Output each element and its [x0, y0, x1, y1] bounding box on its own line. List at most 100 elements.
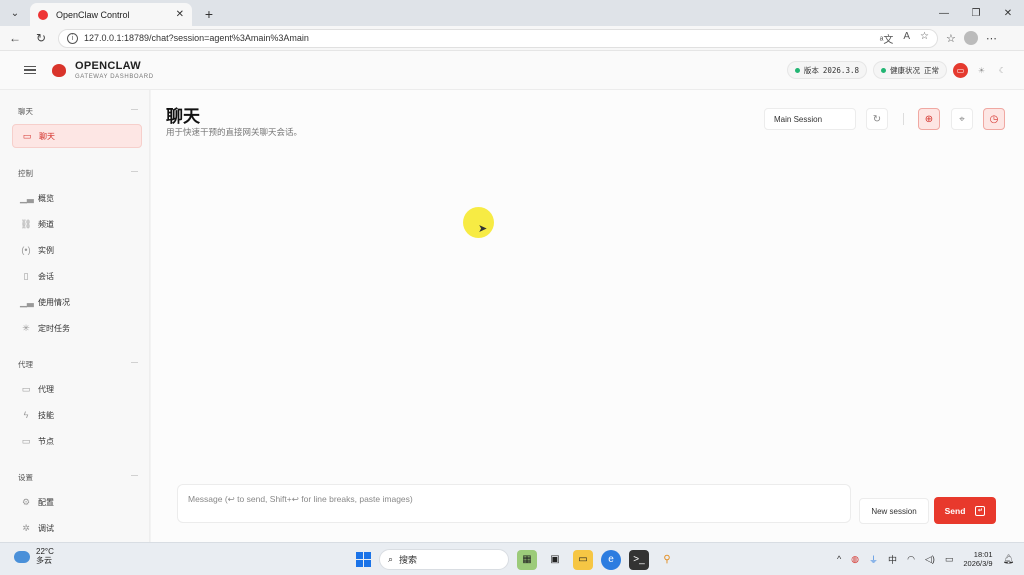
refresh-icon[interactable]: ↻ [866, 108, 888, 130]
edge-browser-icon[interactable]: e [601, 549, 621, 570]
send-button[interactable]: Send ↵ [934, 497, 996, 524]
sidebar-item-debug[interactable]: ✲ 调试 [12, 516, 142, 540]
message-input[interactable]: Message (↩ to send, Shift+↩ for line bre… [177, 484, 851, 523]
monitor-theme-icon[interactable]: ▭ [953, 62, 968, 78]
tray-chevron-up-icon[interactable]: ^ [837, 554, 841, 564]
sidebar-section-agents: 代理 [18, 360, 33, 369]
restore-icon[interactable]: ❐ [960, 0, 992, 26]
enter-key-icon: ↵ [975, 505, 986, 516]
version-value: 2026.3.8 [822, 65, 859, 75]
moon-theme-icon[interactable]: ☾ [995, 63, 1010, 78]
minimize-icon[interactable]: — [928, 0, 960, 26]
sidebar-item-usage[interactable]: ▁▃ 使用情况 [12, 290, 142, 314]
file-explorer-icon[interactable]: ▭ [573, 549, 593, 570]
sun-theme-icon[interactable]: ☀ [974, 63, 989, 78]
search-label: 搜索 [399, 555, 418, 565]
sidebar-item-config[interactable]: ⚙ 配置 [12, 490, 142, 514]
favorite-star-icon[interactable]: ☆ [920, 31, 929, 46]
sidebar-item-skills[interactable]: ϟ 技能 [12, 403, 142, 427]
collapse-chevron-icon[interactable]: — [131, 359, 138, 366]
sidebar-item-label: 聊天 [39, 131, 55, 141]
profile-avatar[interactable] [963, 31, 978, 45]
translate-icon[interactable]: ᵃ文 [880, 31, 894, 46]
clock-history-icon[interactable]: ◷ [983, 108, 1005, 130]
sidebar-item-scheduled-tasks[interactable]: ✳ 定时任务 [12, 316, 142, 340]
new-session-button[interactable]: New session [859, 498, 929, 524]
browser-tab[interactable]: OpenClaw Control ✕ [30, 3, 192, 26]
sidebar-section-control: 控制 [18, 169, 33, 178]
bar-chart-icon: ▁▃ [20, 192, 34, 203]
sidebar: 聊天 — ▭ 聊天 控制 — ▁▃ 概览 ⛓ 频道 (•) 实例 ▯ 会话 ▁▃… [0, 90, 150, 542]
health-dot-icon [881, 67, 886, 73]
close-tab-icon[interactable]: ✕ [176, 9, 184, 20]
app-tray-icon[interactable]: ◍ [851, 554, 859, 565]
battery-icon[interactable]: ▭ [945, 554, 954, 565]
microphone-icon[interactable]: ⏚ [869, 553, 878, 566]
weather-widget[interactable]: 22°C 多云 [14, 547, 54, 566]
session-select[interactable]: Main Session [764, 108, 856, 130]
brain-toggle-icon[interactable]: ⊕ [918, 108, 940, 130]
reload-icon[interactable]: ↻ [30, 27, 52, 49]
sidebar-item-overview[interactable]: ▁▃ 概览 [12, 186, 142, 210]
sidebar-item-label: 调试 [38, 523, 54, 533]
site-info-icon[interactable]: i [67, 32, 78, 44]
sidebar-item-label: 节点 [38, 436, 54, 446]
widgets-icon[interactable]: ▦ [517, 549, 537, 570]
loader-icon: ✳ [22, 322, 30, 333]
window-controls: — ❐ ✕ [928, 0, 1024, 26]
sidebar-item-instances[interactable]: (•) 实例 [12, 238, 142, 262]
address-bar[interactable]: i 127.0.0.1:18789/chat?session=agent%3Am… [58, 28, 938, 48]
terminal-icon[interactable]: >_ [629, 549, 649, 570]
windows-start-icon[interactable] [356, 552, 371, 567]
mouse-pointer-icon: ➤ [478, 223, 488, 235]
hamburger-menu-icon[interactable] [24, 65, 36, 75]
sidebar-section-chat: 聊天 [18, 107, 33, 116]
health-pill: 健康状况 正常 [873, 61, 947, 79]
system-tray: ^ ◍ ⏚ 中 ◠ ◁) ▭ 18:01 2026/3/9 🔔︎ [837, 550, 1014, 568]
status-dot-icon [794, 67, 800, 73]
health-value: 正常 [924, 65, 939, 75]
tab-actions-chevron-icon[interactable]: ⌄ [4, 2, 26, 24]
document-icon: ▯ [23, 270, 29, 281]
send-label: Send [944, 505, 966, 516]
sidebar-item-agents[interactable]: ▭ 代理 [12, 377, 142, 401]
collapse-chevron-icon[interactable]: — [131, 472, 138, 479]
sidebar-item-chat[interactable]: ▭ 聊天 [12, 124, 142, 148]
search-app-icon[interactable]: ⚲ [657, 550, 677, 570]
notification-bell-icon[interactable]: 🔔︎ [1003, 554, 1014, 565]
collapse-chevron-icon[interactable]: — [131, 106, 138, 113]
ime-indicator[interactable]: 中 [888, 553, 897, 566]
new-tab-plus-icon[interactable]: + [198, 3, 220, 25]
collapse-chevron-icon[interactable]: — [131, 168, 138, 175]
app-header: OPENCLAW GATEWAY DASHBOARD 版本 2026.3.8 健… [0, 51, 1024, 90]
wifi-icon[interactable]: ◠ [907, 554, 915, 565]
read-aloud-icon[interactable]: A [903, 31, 910, 46]
favorites-icon[interactable]: ☆ [946, 32, 956, 45]
page-title: 聊天 [166, 107, 200, 126]
sidebar-item-label: 技能 [38, 410, 54, 420]
link-icon: ⛓ [20, 218, 32, 229]
windows-taskbar: 22°C 多云 ⌕ 搜索 ▦ ▣ ▭ e >_ ⚲ ^ ◍ ⏚ 中 ◠ ◁) ▭ [0, 542, 1024, 575]
brand-name: OPENCLAW [75, 59, 141, 72]
folder-icon: ▭ [21, 383, 31, 394]
browser-toolbar: ← ↻ i 127.0.0.1:18789/chat?session=agent… [0, 26, 1024, 51]
sidebar-item-label: 定时任务 [38, 323, 70, 333]
sidebar-item-label: 概览 [38, 193, 54, 203]
sidebar-item-nodes[interactable]: ▭ 节点 [12, 429, 142, 453]
more-menu-icon[interactable]: ⋯ [986, 32, 997, 45]
screen: ⌄ OpenClaw Control ✕ + — ❐ ✕ ← ↻ i 127.0… [0, 0, 1024, 575]
focus-mode-icon[interactable]: ⌖ [951, 108, 973, 130]
sidebar-item-sessions[interactable]: ▯ 会话 [12, 264, 142, 288]
back-arrow-icon[interactable]: ← [4, 27, 26, 49]
search-icon: ⌕ [388, 554, 394, 564]
bolt-icon: ϟ [23, 410, 29, 420]
taskbar-search[interactable]: ⌕ 搜索 [379, 549, 509, 570]
sidebar-item-channels[interactable]: ⛓ 频道 [12, 212, 142, 236]
task-view-icon[interactable]: ▣ [545, 550, 565, 570]
browser-tab-strip: ⌄ OpenClaw Control ✕ + — ❐ ✕ [0, 0, 1024, 26]
gear-icon: ⚙ [21, 496, 31, 507]
sidebar-item-label: 使用情况 [38, 297, 70, 307]
volume-icon[interactable]: ◁) [925, 554, 935, 565]
close-window-icon[interactable]: ✕ [992, 0, 1024, 26]
clock[interactable]: 18:01 2026/3/9 [963, 550, 992, 568]
